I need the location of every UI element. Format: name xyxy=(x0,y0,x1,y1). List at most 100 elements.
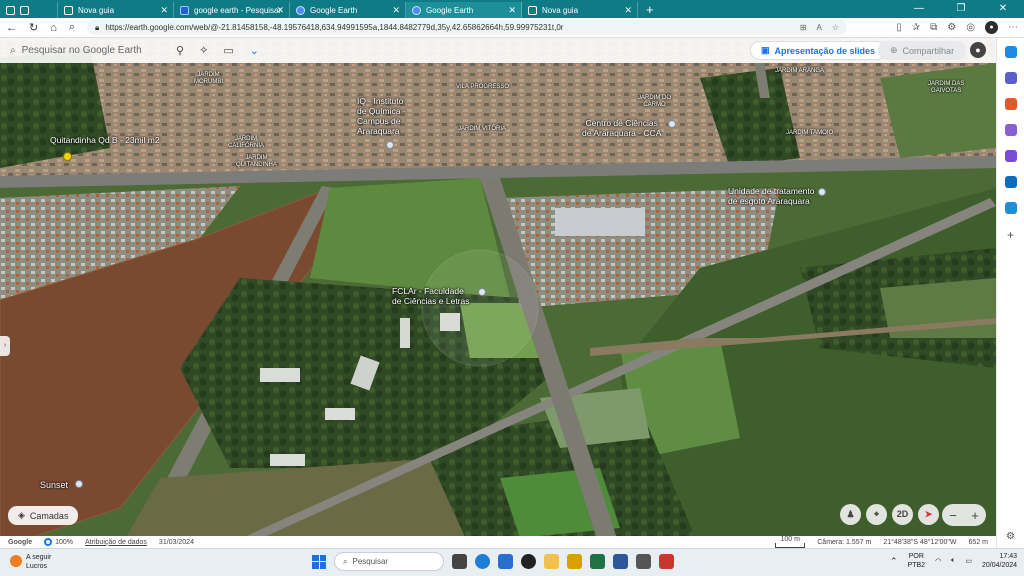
label-fclar[interactable]: FCLAr - Faculdade de Ciências e Letras xyxy=(392,286,470,306)
label-jardim-california: JARDIM CALIFÓRNIA xyxy=(228,136,265,149)
toggle-2d-button[interactable]: 2D xyxy=(892,504,913,525)
read-aloud-icon[interactable]: A xyxy=(817,23,822,32)
tab-bing-search[interactable]: google earth - Pesquisar ✕ xyxy=(174,2,290,18)
pegman-icon[interactable]: ♟ xyxy=(840,504,861,525)
ruler-icon[interactable]: ▭ xyxy=(223,44,233,57)
yellow-pushpin-icon[interactable] xyxy=(63,152,72,161)
home-icon[interactable]: ⌂ xyxy=(50,22,57,34)
search-icon[interactable]: ⌕ xyxy=(10,45,16,56)
lock-icon[interactable]: 🔒︎ xyxy=(95,23,99,33)
label-quitandinha[interactable]: Quitandinha Qd B - 23mil m2 xyxy=(50,135,160,145)
profile-avatar[interactable]: ● xyxy=(985,21,998,34)
windows-start-icon[interactable] xyxy=(312,554,326,569)
search-icon[interactable]: ⌕ xyxy=(69,21,75,34)
split-screen-icon[interactable]: ▯ xyxy=(896,22,902,33)
share-button[interactable]: ⊕ Compartilhar xyxy=(878,41,967,60)
tab-nova-guia-1[interactable] xyxy=(0,2,58,18)
zoom-indicator: 100% xyxy=(44,538,73,546)
clock[interactable]: 17:43 20/04/2024 xyxy=(982,552,1017,570)
address-bar[interactable]: 🔒︎ https://earth.google.com/web/@-21.814… xyxy=(87,20,848,35)
label-cca[interactable]: Centro de Ciências de Araraquara - CCA xyxy=(582,118,661,138)
copilot-icon[interactable]: ◎ xyxy=(966,22,975,33)
close-icon[interactable]: ✕ xyxy=(276,5,284,16)
close-icon[interactable]: ✕ xyxy=(160,5,168,16)
tab-nova-guia[interactable]: Nova guia ✕ xyxy=(58,2,174,18)
volume-icon[interactable]: 🔈︎ xyxy=(951,557,955,565)
label-sunset[interactable]: Sunset xyxy=(40,480,68,490)
maximize-icon[interactable]: ❐ xyxy=(940,0,982,18)
taskbar-search[interactable]: ⌕ Pesquisar xyxy=(334,552,444,571)
earth-search-input[interactable]: Pesquisar no Google Earth xyxy=(22,45,142,56)
my-location-icon[interactable]: ⌖ xyxy=(866,504,887,525)
favorite-star-icon[interactable]: ☆ xyxy=(832,23,839,32)
tab-actions-icon[interactable] xyxy=(6,5,15,15)
path-icon[interactable]: ⟡ xyxy=(200,44,207,57)
google-earth-icon xyxy=(412,5,421,15)
excel-icon[interactable] xyxy=(590,554,605,569)
more-menu-icon[interactable]: ⋯ xyxy=(1008,22,1018,33)
close-icon[interactable]: ✕ xyxy=(508,5,516,16)
imagery-date: 31/03/2024 xyxy=(158,538,194,546)
word-icon[interactable] xyxy=(613,554,628,569)
tab-nova-guia-2[interactable]: Nova guia ✕ xyxy=(522,2,638,18)
url-text[interactable]: https://earth.google.com/web/@-21.814581… xyxy=(105,23,563,32)
sidebar-settings-icon[interactable]: ⚙ xyxy=(1006,531,1015,542)
earth-search-box[interactable]: ⌕ Pesquisar no Google Earth xyxy=(10,45,160,56)
app-icon[interactable] xyxy=(636,554,651,569)
file-explorer-icon[interactable] xyxy=(544,554,559,569)
workspaces-icon[interactable] xyxy=(20,5,29,15)
tab-title: Nova guia xyxy=(542,5,579,15)
favorites-icon[interactable]: ✰ xyxy=(912,22,920,33)
account-avatar[interactable]: ● xyxy=(970,42,986,58)
label-iq-instituto-quimica[interactable]: IQ - Instituto de Química - Campus de Ar… xyxy=(357,96,406,136)
refresh-icon[interactable]: ↻ xyxy=(29,21,38,34)
copilot-sidebar-icon[interactable] xyxy=(1004,46,1017,58)
close-icon[interactable]: ✕ xyxy=(624,5,632,16)
place-pin-icon[interactable] xyxy=(818,188,826,196)
add-sidebar-icon[interactable]: + xyxy=(1007,228,1014,242)
chevron-down-icon[interactable]: ⌄ xyxy=(250,44,259,57)
tab-google-earth-2[interactable]: Google Earth ✕ xyxy=(406,2,522,18)
minimize-icon[interactable]: — xyxy=(898,0,940,18)
folder-icon[interactable] xyxy=(567,554,582,569)
wifi-icon[interactable]: ◠ xyxy=(935,557,941,565)
apps-icon[interactable]: ⊞ xyxy=(800,23,807,32)
close-window-icon[interactable]: ✕ xyxy=(982,0,1024,18)
weather-widget[interactable]: A seguir Lucros xyxy=(10,553,51,571)
games-icon[interactable] xyxy=(1004,150,1017,162)
place-pin-icon[interactable] xyxy=(386,141,394,149)
shopping-icon[interactable] xyxy=(1004,98,1017,110)
tray-chevron-icon[interactable]: ⌃ xyxy=(890,556,898,567)
tools-icon[interactable] xyxy=(1004,124,1017,136)
attribution-link[interactable]: Atribuição de dados xyxy=(85,539,147,546)
close-icon[interactable]: ✕ xyxy=(392,5,400,16)
zoom-out-button[interactable]: − xyxy=(949,508,957,523)
place-marker-icon[interactable]: ⚲ xyxy=(176,44,184,57)
place-pin-icon[interactable] xyxy=(668,120,676,128)
compass-icon[interactable]: ➤ xyxy=(918,504,939,525)
slideshow-label: Apresentação de slides xyxy=(774,45,876,56)
expand-panel-button[interactable]: › xyxy=(0,336,10,356)
dell-icon[interactable] xyxy=(521,554,536,569)
extensions-icon[interactable]: ⚙ xyxy=(947,22,956,33)
back-arrow-icon[interactable]: ← xyxy=(6,22,17,34)
language-indicator[interactable]: POR PTB2 xyxy=(908,552,926,570)
zoom-in-button[interactable]: + xyxy=(971,508,979,523)
satellite-map[interactable]: Quitandinha Qd B - 23mil m2 IQ - Institu… xyxy=(0,38,996,548)
drop-icon[interactable] xyxy=(1004,202,1017,214)
snipping-tool-icon[interactable] xyxy=(659,554,674,569)
tab-google-earth-1[interactable]: Google Earth ✕ xyxy=(290,2,406,18)
store-icon[interactable] xyxy=(498,554,513,569)
label-ete[interactable]: Unidade de tratamento de esgoto Araraqua… xyxy=(728,186,814,206)
task-view-icon[interactable] xyxy=(452,554,467,569)
slideshow-button[interactable]: ▣ Apresentação de slides xyxy=(750,41,887,60)
collections-icon[interactable]: ⧉ xyxy=(930,22,937,33)
place-pin-icon[interactable] xyxy=(75,480,83,488)
layers-button[interactable]: ◈ Camadas xyxy=(8,506,79,525)
battery-icon[interactable]: ▭ xyxy=(965,557,972,565)
search-sidebar-icon[interactable] xyxy=(1004,72,1017,84)
place-pin-icon[interactable] xyxy=(478,288,486,296)
new-tab-plus-icon[interactable]: + xyxy=(646,2,654,18)
edge-icon[interactable] xyxy=(475,554,490,569)
outlook-icon[interactable] xyxy=(1004,176,1017,188)
